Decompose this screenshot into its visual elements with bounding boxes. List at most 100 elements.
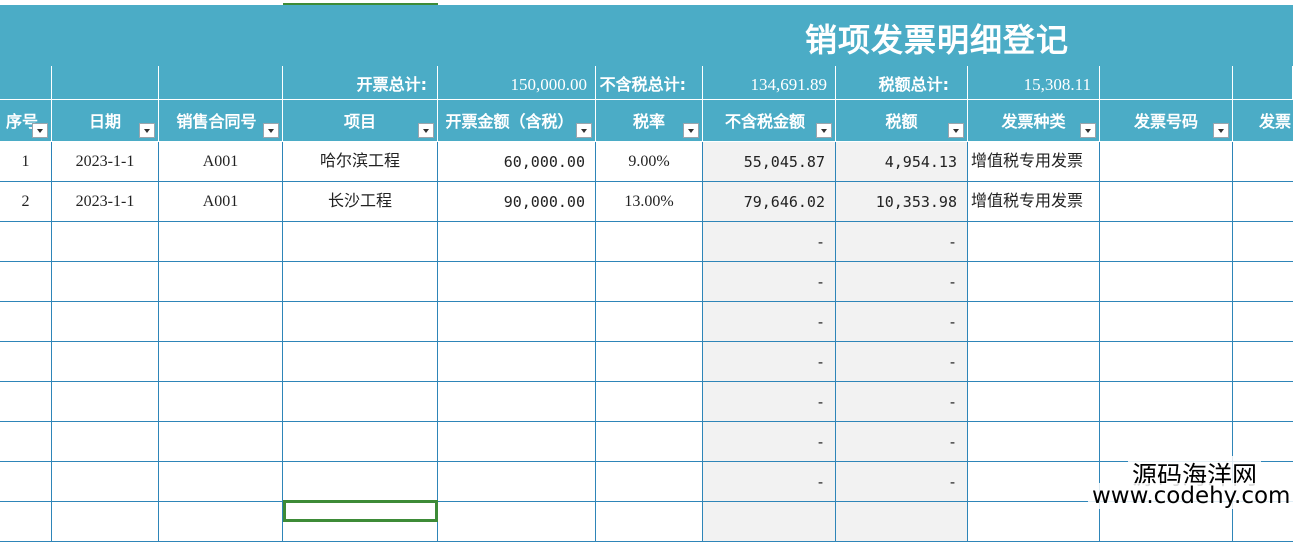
cell-seq[interactable] bbox=[0, 302, 52, 342]
cell-invoice-no[interactable] bbox=[1100, 182, 1233, 222]
cell-invoice-no[interactable] bbox=[1100, 222, 1233, 262]
cell-amount-excl[interactable]: - bbox=[703, 302, 836, 342]
cell-rate[interactable] bbox=[596, 462, 703, 502]
cell-more[interactable] bbox=[1233, 342, 1293, 382]
cell-seq[interactable] bbox=[0, 462, 52, 502]
cell-date[interactable] bbox=[52, 462, 159, 502]
cell-amount-incl[interactable] bbox=[438, 422, 596, 462]
cell-date[interactable] bbox=[52, 422, 159, 462]
cell-amount-incl[interactable] bbox=[438, 302, 596, 342]
filter-dropdown-icon[interactable] bbox=[1213, 123, 1229, 138]
cell-invoice-no[interactable] bbox=[1100, 302, 1233, 342]
cell-date[interactable] bbox=[52, 302, 159, 342]
cell-more[interactable] bbox=[1233, 142, 1293, 182]
cell-invoice-type[interactable] bbox=[968, 342, 1100, 382]
cell-amount-excl[interactable]: - bbox=[703, 462, 836, 502]
cell-rate[interactable] bbox=[596, 222, 703, 262]
header-seq[interactable]: 序号 bbox=[0, 100, 52, 142]
cell-project[interactable] bbox=[283, 302, 438, 342]
cell-project[interactable] bbox=[283, 262, 438, 302]
cell-project[interactable] bbox=[283, 222, 438, 262]
cell-tax[interactable]: - bbox=[836, 462, 968, 502]
cell-amount-excl[interactable]: 55,045.87 bbox=[703, 142, 836, 182]
active-cell-selection[interactable] bbox=[283, 500, 438, 522]
cell-rate[interactable]: 13.00% bbox=[596, 182, 703, 222]
summary-cell[interactable] bbox=[159, 66, 283, 100]
cell-date[interactable] bbox=[52, 262, 159, 302]
total-value[interactable]: 150,000.00 bbox=[438, 66, 596, 100]
cell-more[interactable] bbox=[1233, 222, 1293, 262]
cell-more[interactable] bbox=[1233, 182, 1293, 222]
cell-invoice-type[interactable] bbox=[968, 262, 1100, 302]
header-more[interactable]: 发票 bbox=[1233, 100, 1293, 142]
filter-dropdown-icon[interactable] bbox=[683, 123, 699, 138]
cell-tax[interactable]: - bbox=[836, 222, 968, 262]
cell-more[interactable] bbox=[1233, 262, 1293, 302]
cell-date[interactable]: 2023-1-1 bbox=[52, 182, 159, 222]
cell-contract[interactable]: A001 bbox=[159, 142, 283, 182]
cell-rate[interactable] bbox=[596, 382, 703, 422]
cell-date[interactable] bbox=[52, 502, 159, 542]
cell-amount-excl[interactable]: 79,646.02 bbox=[703, 182, 836, 222]
tax-total-label[interactable]: 税额总计: bbox=[836, 66, 968, 100]
cell-rate[interactable]: 9.00% bbox=[596, 142, 703, 182]
cell-contract[interactable]: A001 bbox=[159, 182, 283, 222]
cell-invoice-type[interactable]: 增值税专用发票 bbox=[968, 142, 1100, 182]
cell-tax[interactable]: - bbox=[836, 382, 968, 422]
cell-contract[interactable] bbox=[159, 462, 283, 502]
cell-seq[interactable]: 2 bbox=[0, 182, 52, 222]
cell-rate[interactable] bbox=[596, 262, 703, 302]
header-contract[interactable]: 销售合同号 bbox=[159, 100, 283, 142]
cell-amount-incl[interactable]: 90,000.00 bbox=[438, 182, 596, 222]
header-rate[interactable]: 税率 bbox=[596, 100, 703, 142]
cell-seq[interactable] bbox=[0, 382, 52, 422]
cell-more[interactable] bbox=[1233, 382, 1293, 422]
cell-project[interactable] bbox=[283, 422, 438, 462]
cell-seq[interactable] bbox=[0, 262, 52, 302]
cell-seq[interactable]: 1 bbox=[0, 142, 52, 182]
header-date[interactable]: 日期 bbox=[52, 100, 159, 142]
cell-seq[interactable] bbox=[0, 222, 52, 262]
cell-contract[interactable] bbox=[159, 342, 283, 382]
cell-amount-incl[interactable]: 60,000.00 bbox=[438, 142, 596, 182]
cell-tax[interactable]: - bbox=[836, 422, 968, 462]
cell-contract[interactable] bbox=[159, 302, 283, 342]
cell-amount-incl[interactable] bbox=[438, 262, 596, 302]
cell-rate[interactable] bbox=[596, 422, 703, 462]
cell-amount-incl[interactable] bbox=[438, 502, 596, 542]
cell-project[interactable] bbox=[283, 382, 438, 422]
cell-invoice-no[interactable] bbox=[1100, 342, 1233, 382]
cell-invoice-type[interactable]: 增值税专用发票 bbox=[968, 182, 1100, 222]
cell-seq[interactable] bbox=[0, 342, 52, 382]
cell-tax[interactable]: - bbox=[836, 262, 968, 302]
cell-project[interactable] bbox=[283, 342, 438, 382]
cell-date[interactable] bbox=[52, 222, 159, 262]
cell-tax[interactable] bbox=[836, 502, 968, 542]
cell-amount-excl[interactable]: - bbox=[703, 382, 836, 422]
summary-cell[interactable] bbox=[0, 66, 52, 100]
cell-date[interactable]: 2023-1-1 bbox=[52, 142, 159, 182]
cell-amount-excl[interactable]: - bbox=[703, 342, 836, 382]
cell-amount-excl[interactable]: - bbox=[703, 222, 836, 262]
cell-amount-incl[interactable] bbox=[438, 462, 596, 502]
cell-tax[interactable]: 10,353.98 bbox=[836, 182, 968, 222]
filter-dropdown-icon[interactable] bbox=[263, 123, 279, 138]
cell-invoice-type[interactable] bbox=[968, 302, 1100, 342]
cell-amount-excl[interactable] bbox=[703, 502, 836, 542]
tax-total-value[interactable]: 15,308.11 bbox=[968, 66, 1100, 100]
cell-tax[interactable]: 4,954.13 bbox=[836, 142, 968, 182]
cell-rate[interactable] bbox=[596, 502, 703, 542]
cell-contract[interactable] bbox=[159, 262, 283, 302]
cell-more[interactable] bbox=[1233, 302, 1293, 342]
cell-rate[interactable] bbox=[596, 302, 703, 342]
header-tax[interactable]: 税额 bbox=[836, 100, 968, 142]
cell-invoice-type[interactable] bbox=[968, 502, 1100, 542]
cell-amount-incl[interactable] bbox=[438, 342, 596, 382]
cell-rate[interactable] bbox=[596, 342, 703, 382]
header-amount-excl[interactable]: 不含税金额 bbox=[703, 100, 836, 142]
cell-tax[interactable]: - bbox=[836, 342, 968, 382]
cell-seq[interactable] bbox=[0, 502, 52, 542]
filter-dropdown-icon[interactable] bbox=[948, 123, 964, 138]
filter-dropdown-icon[interactable] bbox=[816, 123, 832, 138]
cell-project[interactable]: 哈尔滨工程 bbox=[283, 142, 438, 182]
